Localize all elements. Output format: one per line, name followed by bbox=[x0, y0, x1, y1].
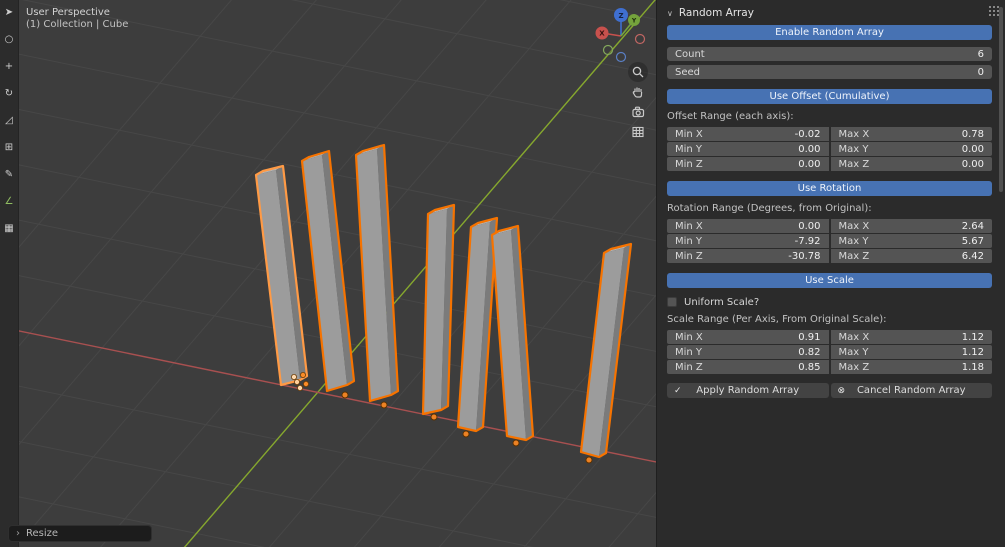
enable-random-array-button[interactable]: Enable Random Array bbox=[667, 25, 992, 40]
annotate-tool-icon[interactable]: ✎ bbox=[1, 166, 18, 183]
array-cube-4[interactable] bbox=[421, 203, 456, 416]
select-tool-icon[interactable]: ➤ bbox=[1, 4, 18, 21]
pan-hand-icon[interactable] bbox=[628, 82, 648, 102]
origin-dot bbox=[430, 413, 438, 421]
origin-dot bbox=[380, 401, 388, 409]
collapse-chevron-icon[interactable]: ∨ bbox=[667, 9, 673, 18]
uniform-scale-checkbox[interactable] bbox=[667, 297, 677, 307]
apply-random-array-button[interactable]: ✓ Apply Random Array bbox=[667, 383, 829, 398]
apply-cancel-row: ✓ Apply Random Array ⊗ Cancel Random Arr… bbox=[667, 383, 992, 398]
scale-max-y-field[interactable]: Max Y 1.12 bbox=[830, 345, 992, 359]
rotation-y-row: Min Y -7.92 Max Y 5.67 bbox=[667, 234, 992, 248]
move-tool-icon[interactable]: + bbox=[1, 58, 18, 75]
scale-max-x-field[interactable]: Max X 1.12 bbox=[830, 330, 992, 344]
random-array-panel: ∨ Random Array Enable Random Array Count… bbox=[656, 0, 1005, 547]
cursor-tool-icon[interactable]: ○ bbox=[1, 31, 18, 48]
collection-breadcrumb: (1) Collection | Cube bbox=[26, 19, 129, 30]
rotation-min-z-field[interactable]: Min Z -30.78 bbox=[667, 249, 829, 263]
rotation-max-y-field[interactable]: Max Y 5.67 bbox=[830, 234, 992, 248]
offset-min-z-field[interactable]: Min Z 0.00 bbox=[667, 157, 829, 171]
scale-range-heading: Scale Range (Per Axis, From Original Sca… bbox=[667, 314, 887, 325]
count-label: Count bbox=[675, 48, 705, 60]
count-value: 6 bbox=[977, 48, 984, 60]
check-icon: ✓ bbox=[674, 385, 682, 396]
cancel-random-array-button[interactable]: ⊗ Cancel Random Array bbox=[830, 383, 992, 398]
origin-dot bbox=[512, 439, 520, 447]
gizmo-neg-z-ball[interactable] bbox=[615, 51, 627, 63]
seed-label: Seed bbox=[675, 66, 700, 78]
add-cube-tool-icon[interactable]: ▦ bbox=[1, 220, 18, 237]
origin-dot bbox=[296, 384, 303, 391]
gizmo-neg-x-ball[interactable] bbox=[634, 33, 646, 45]
3d-viewport[interactable] bbox=[0, 0, 656, 547]
rotation-max-x-field[interactable]: Max X 2.64 bbox=[830, 219, 992, 233]
gizmo-neg-y-ball[interactable] bbox=[602, 44, 614, 56]
origin-dot bbox=[462, 430, 470, 438]
operator-panel-label: Resize bbox=[26, 528, 59, 539]
scale-y-row: Min Y 0.82 Max Y 1.12 bbox=[667, 345, 992, 359]
use-rotation-button[interactable]: Use Rotation bbox=[667, 181, 992, 196]
scale-z-row: Min Z 0.85 Max Z 1.18 bbox=[667, 360, 992, 374]
rotation-range-rows: Min X 0.00 Max X 2.64 Min Y -7.92 Max Y … bbox=[667, 219, 992, 263]
zoom-icon[interactable] bbox=[628, 62, 648, 82]
seed-value: 0 bbox=[977, 66, 984, 78]
viewport-nav-buttons bbox=[628, 62, 648, 142]
cancel-circle-icon: ⊗ bbox=[837, 385, 846, 396]
origin-dot bbox=[293, 378, 300, 385]
panel-scrollbar[interactable] bbox=[999, 7, 1003, 192]
perspective-label: User Perspective bbox=[26, 7, 110, 18]
offset-min-x-field[interactable]: Min X -0.02 bbox=[667, 127, 829, 141]
rotation-min-x-field[interactable]: Min X 0.00 bbox=[667, 219, 829, 233]
rotation-range-heading: Rotation Range (Degrees, from Original): bbox=[667, 203, 872, 214]
offset-max-x-field[interactable]: Max X 0.78 bbox=[830, 127, 992, 141]
use-scale-button[interactable]: Use Scale bbox=[667, 273, 992, 288]
offset-max-z-field[interactable]: Max Z 0.00 bbox=[830, 157, 992, 171]
scale-x-row: Min X 0.91 Max X 1.12 bbox=[667, 330, 992, 344]
panel-title: Random Array bbox=[678, 7, 754, 19]
offset-range-rows: Min X -0.02 Max X 0.78 Min Y 0.00 Max Y … bbox=[667, 127, 992, 171]
offset-y-row: Min Y 0.00 Max Y 0.00 bbox=[667, 142, 992, 156]
editor-menu-dots-icon[interactable] bbox=[988, 5, 999, 16]
origin-dot bbox=[290, 373, 297, 380]
origin-dot bbox=[585, 456, 593, 464]
scale-min-y-field[interactable]: Min Y 0.82 bbox=[667, 345, 829, 359]
tool-shelf: ➤ ○ + ↻ ◿ ⊞ ✎ ∠ ▦ bbox=[0, 0, 19, 547]
gizmo-z-label: Z bbox=[618, 12, 623, 20]
offset-max-y-field[interactable]: Max Y 0.00 bbox=[830, 142, 992, 156]
gizmo-x-label: X bbox=[599, 30, 605, 38]
scale-min-z-field[interactable]: Min Z 0.85 bbox=[667, 360, 829, 374]
origin-dot bbox=[341, 391, 349, 399]
blender-window: User Perspective (1) Collection | Cube ➤… bbox=[0, 0, 1005, 547]
rotation-min-y-field[interactable]: Min Y -7.92 bbox=[667, 234, 829, 248]
gizmo-y-label: Y bbox=[631, 17, 637, 24]
count-field[interactable]: Count 6 bbox=[667, 47, 992, 61]
scale-range-rows: Min X 0.91 Max X 1.12 Min Y 0.82 Max Y 1… bbox=[667, 330, 992, 374]
transform-tool-icon[interactable]: ⊞ bbox=[1, 139, 18, 156]
rotation-max-z-field[interactable]: Max Z 6.42 bbox=[830, 249, 992, 263]
offset-z-row: Min Z 0.00 Max Z 0.00 bbox=[667, 157, 992, 171]
uniform-scale-label: Uniform Scale? bbox=[684, 296, 760, 308]
operator-panel-resize[interactable]: › Resize bbox=[8, 525, 152, 542]
rotation-x-row: Min X 0.00 Max X 2.64 bbox=[667, 219, 992, 233]
uniform-scale-row: Uniform Scale? bbox=[667, 296, 992, 308]
offset-x-row: Min X -0.02 Max X 0.78 bbox=[667, 127, 992, 141]
offset-min-y-field[interactable]: Min Y 0.00 bbox=[667, 142, 829, 156]
rotate-tool-icon[interactable]: ↻ bbox=[1, 85, 18, 102]
viewport-info-overlay: User Perspective (1) Collection | Cube bbox=[26, 7, 128, 31]
panel-header[interactable]: ∨ Random Array bbox=[667, 4, 992, 22]
seed-field[interactable]: Seed 0 bbox=[667, 65, 992, 79]
origin-dot bbox=[299, 371, 306, 378]
orthographic-grid-icon[interactable] bbox=[628, 122, 648, 142]
rotation-z-row: Min Z -30.78 Max Z 6.42 bbox=[667, 249, 992, 263]
expand-chevron-icon: › bbox=[16, 528, 20, 539]
scale-max-z-field[interactable]: Max Z 1.18 bbox=[830, 360, 992, 374]
camera-view-icon[interactable] bbox=[628, 102, 648, 122]
scale-tool-icon[interactable]: ◿ bbox=[1, 112, 18, 129]
origin-dot bbox=[302, 380, 309, 387]
use-offset-button[interactable]: Use Offset (Cumulative) bbox=[667, 89, 992, 104]
navigation-gizmo[interactable]: Z X Y bbox=[594, 4, 652, 66]
scale-min-x-field[interactable]: Min X 0.91 bbox=[667, 330, 829, 344]
offset-range-heading: Offset Range (each axis): bbox=[667, 111, 794, 122]
measure-tool-icon[interactable]: ∠ bbox=[1, 193, 18, 210]
